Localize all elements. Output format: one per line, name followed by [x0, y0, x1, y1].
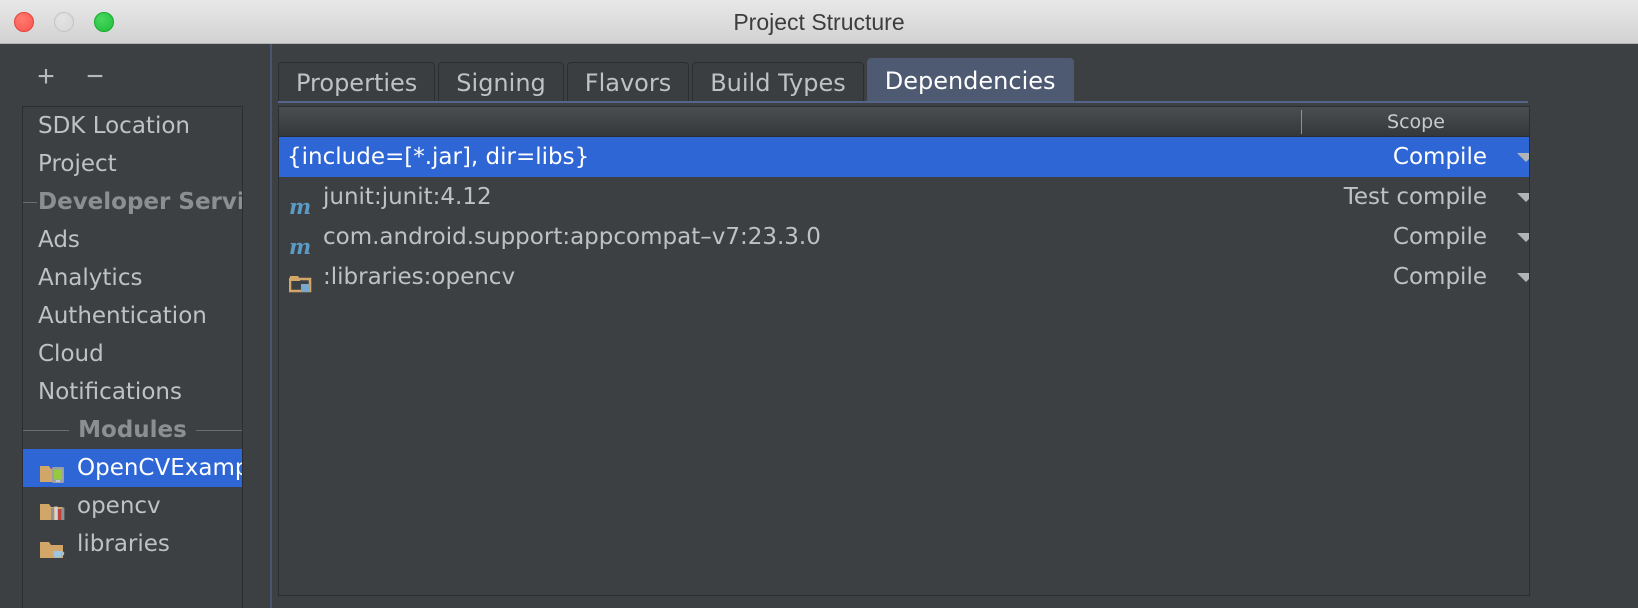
window-title: Project Structure [733, 9, 905, 35]
project-structure-window: Project Structure + − SDK Location Proje… [0, 0, 1638, 608]
sidebar-group-modules: Modules [23, 411, 242, 449]
add-module-button[interactable]: + [33, 62, 59, 92]
module-folder-icon [288, 267, 315, 293]
java-module-icon [39, 534, 69, 558]
sidebar-item-opencvexample[interactable]: OpenCVExample [23, 449, 242, 487]
remove-module-button[interactable]: − [82, 62, 108, 92]
sidebar: + − SDK Location Project Developer Servi… [0, 44, 270, 608]
dependency-name: com.android.support:appcompat–v7:23.3.0 [323, 224, 821, 250]
sidebar-list: SDK Location Project Developer Services … [22, 106, 243, 608]
sidebar-item-opencv[interactable]: opencv [23, 487, 242, 525]
dependency-scope[interactable]: Compile [1301, 137, 1497, 177]
sidebar-item-label: Cloud [38, 341, 104, 367]
sidebar-item-authentication[interactable]: Authentication [23, 297, 242, 335]
tab-underline [278, 101, 1528, 103]
dependency-scope[interactable]: Test compile [1301, 177, 1497, 217]
dependency-name: junit:junit:4.12 [323, 184, 492, 210]
library-module-icon [39, 496, 69, 520]
dependencies-panel: Properties Signing Flavors Build Types D… [270, 44, 1638, 608]
table-row[interactable]: :libraries:opencv Compile [279, 257, 1529, 297]
column-header-scope[interactable]: Scope [1301, 107, 1529, 137]
sidebar-group-label: Modules [78, 417, 187, 443]
dependency-name: :libraries:opencv [323, 264, 516, 290]
tab-bar: Properties Signing Flavors Build Types D… [278, 58, 1077, 102]
dependency-name: {include=[*.jar], dir=libs} [287, 144, 590, 170]
window-body: + − SDK Location Project Developer Servi… [0, 44, 1638, 608]
window-titlebar: Project Structure [0, 0, 1638, 44]
sidebar-item-libraries[interactable]: libraries [23, 525, 242, 563]
table-row[interactable]: {include=[*.jar], dir=libs} Compile [279, 137, 1529, 177]
tab-dependencies[interactable]: Dependencies [866, 58, 1074, 102]
tab-build-types[interactable]: Build Types [692, 62, 864, 102]
chevron-down-icon[interactable] [1517, 193, 1529, 202]
android-module-icon [39, 458, 69, 483]
chevron-down-icon[interactable] [1517, 153, 1529, 162]
sidebar-item-analytics[interactable]: Analytics [23, 259, 242, 297]
sidebar-item-label: Authentication [38, 303, 207, 329]
panel-divider [270, 44, 272, 608]
sidebar-item-notifications[interactable]: Notifications [23, 373, 242, 411]
table-row[interactable]: m junit:junit:4.12 Test compile [279, 177, 1529, 217]
sidebar-item-label: libraries [77, 531, 170, 557]
table-row[interactable]: m com.android.support:appcompat–v7:23.3.… [279, 217, 1529, 257]
dependencies-table: Scope {include=[*.jar], dir=libs} Compil… [278, 106, 1530, 596]
sidebar-item-label: SDK Location [38, 113, 190, 139]
sidebar-item-label: OpenCVExample [77, 455, 242, 481]
sidebar-toolbar: + − [0, 44, 270, 106]
tab-properties[interactable]: Properties [278, 62, 436, 102]
sidebar-item-ads[interactable]: Ads [23, 221, 242, 259]
chevron-down-icon[interactable] [1517, 233, 1529, 242]
sidebar-item-label: opencv [77, 493, 161, 519]
sidebar-group-developer-services: Developer Services [23, 183, 242, 221]
sidebar-item-project[interactable]: Project [23, 145, 242, 183]
sidebar-item-cloud[interactable]: Cloud [23, 335, 242, 373]
sidebar-item-label: Ads [38, 227, 80, 253]
group-separator-line-right [196, 430, 242, 431]
tab-flavors[interactable]: Flavors [566, 62, 690, 102]
dependency-scope[interactable]: Compile [1301, 217, 1497, 257]
tab-signing[interactable]: Signing [438, 62, 564, 102]
dependency-scope[interactable]: Compile [1301, 257, 1497, 297]
sidebar-item-label: Analytics [38, 265, 143, 291]
sidebar-item-label: Project [38, 151, 117, 177]
sidebar-item-sdk-location[interactable]: SDK Location [23, 107, 242, 145]
group-separator-line-left [23, 430, 69, 431]
table-header-row: Scope [279, 107, 1529, 137]
maven-artifact-icon: m [289, 234, 312, 259]
sidebar-item-label: Notifications [38, 379, 182, 405]
maven-artifact-icon: m [289, 194, 312, 219]
sidebar-group-label: Developer Services [38, 189, 242, 215]
chevron-down-icon[interactable] [1517, 273, 1529, 282]
group-separator-line [23, 202, 37, 203]
